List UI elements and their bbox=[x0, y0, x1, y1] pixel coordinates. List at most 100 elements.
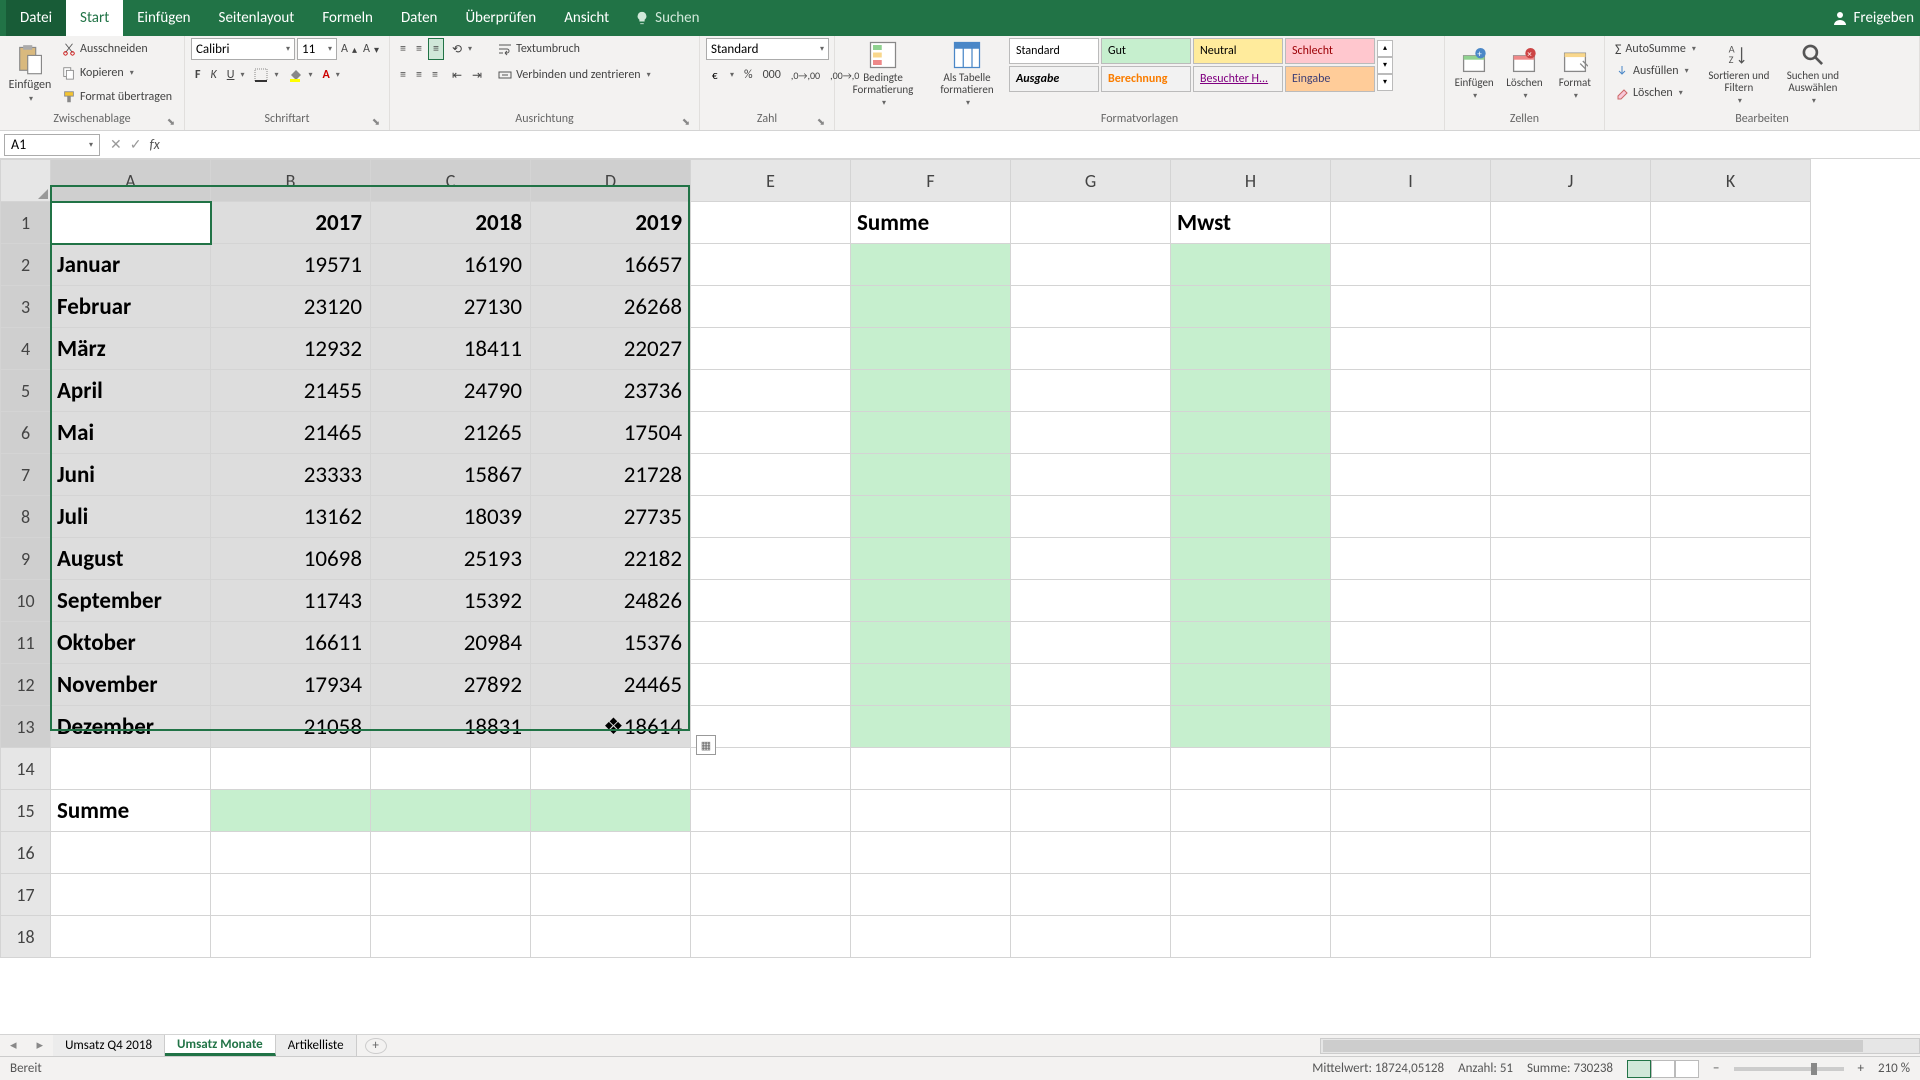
cell-B1[interactable]: 2017 bbox=[211, 202, 371, 244]
cell-C3[interactable]: 27130 bbox=[371, 286, 531, 328]
cell-G10[interactable] bbox=[1011, 580, 1171, 622]
cell-E10[interactable] bbox=[691, 580, 851, 622]
decrease-font-button[interactable]: A▾ bbox=[361, 38, 381, 60]
cell-J12[interactable] bbox=[1491, 664, 1651, 706]
increase-decimal-button[interactable]: ,0→,00 bbox=[787, 64, 824, 86]
decrease-indent-button[interactable]: ⇤ bbox=[448, 64, 466, 86]
cell-G7[interactable] bbox=[1011, 454, 1171, 496]
cell-H2[interactable] bbox=[1171, 244, 1331, 286]
horizontal-scrollbar[interactable] bbox=[1320, 1038, 1920, 1054]
italic-button[interactable]: K bbox=[207, 64, 221, 86]
cell-K9[interactable] bbox=[1651, 538, 1811, 580]
cell-B13[interactable]: 21058 bbox=[211, 706, 371, 748]
cell-C4[interactable]: 18411 bbox=[371, 328, 531, 370]
cell-E9[interactable] bbox=[691, 538, 851, 580]
delete-cells-button[interactable]: × Löschen▾ bbox=[1501, 38, 1547, 110]
cell-K2[interactable] bbox=[1651, 244, 1811, 286]
row-header-18[interactable]: 18 bbox=[1, 916, 51, 958]
format-as-table-button[interactable]: Als Tabelle formatieren▾ bbox=[929, 38, 1005, 110]
cell-B2[interactable]: 19571 bbox=[211, 244, 371, 286]
percent-button[interactable]: % bbox=[740, 64, 757, 86]
cell-H14[interactable] bbox=[1171, 748, 1331, 790]
cell-A7[interactable]: Juni bbox=[51, 454, 211, 496]
cell-A9[interactable]: August bbox=[51, 538, 211, 580]
cell-D10[interactable]: 24826 bbox=[531, 580, 691, 622]
col-header-H[interactable]: H bbox=[1171, 160, 1331, 202]
paste-button[interactable]: Einfügen▾ bbox=[6, 38, 54, 110]
cell-C11[interactable]: 20984 bbox=[371, 622, 531, 664]
cell-A3[interactable]: Februar bbox=[51, 286, 211, 328]
sheet-nav-prev[interactable]: ◂ bbox=[0, 1038, 27, 1053]
cell-G15[interactable] bbox=[1011, 790, 1171, 832]
tab-ansicht[interactable]: Ansicht bbox=[550, 0, 623, 36]
cell-B4[interactable]: 12932 bbox=[211, 328, 371, 370]
cell-G6[interactable] bbox=[1011, 412, 1171, 454]
cell-H1[interactable]: Mwst bbox=[1171, 202, 1331, 244]
cell-F17[interactable] bbox=[851, 874, 1011, 916]
cell-A11[interactable]: Oktober bbox=[51, 622, 211, 664]
cell-J17[interactable] bbox=[1491, 874, 1651, 916]
align-right-button[interactable]: ≡ bbox=[428, 64, 442, 86]
cell-H7[interactable] bbox=[1171, 454, 1331, 496]
cell-I16[interactable] bbox=[1331, 832, 1491, 874]
cell-J1[interactable] bbox=[1491, 202, 1651, 244]
cell-E17[interactable] bbox=[691, 874, 851, 916]
style-berechnung[interactable]: Berechnung bbox=[1101, 66, 1191, 92]
cell-G14[interactable] bbox=[1011, 748, 1171, 790]
row-header-16[interactable]: 16 bbox=[1, 832, 51, 874]
cell-H13[interactable] bbox=[1171, 706, 1331, 748]
underline-button[interactable]: U▾ bbox=[223, 64, 249, 86]
zoom-in-button[interactable]: + bbox=[1858, 1061, 1864, 1076]
cell-C8[interactable]: 18039 bbox=[371, 496, 531, 538]
style-scroll-more[interactable]: ▾ bbox=[1377, 74, 1393, 91]
cell-E4[interactable] bbox=[691, 328, 851, 370]
cell-H10[interactable] bbox=[1171, 580, 1331, 622]
cell-H8[interactable] bbox=[1171, 496, 1331, 538]
cell-K1[interactable] bbox=[1651, 202, 1811, 244]
cell-H16[interactable] bbox=[1171, 832, 1331, 874]
cell-D4[interactable]: 22027 bbox=[531, 328, 691, 370]
row-header-7[interactable]: 7 bbox=[1, 454, 51, 496]
cell-B7[interactable]: 23333 bbox=[211, 454, 371, 496]
cell-H6[interactable] bbox=[1171, 412, 1331, 454]
align-center-button[interactable]: ≡ bbox=[412, 64, 426, 86]
cell-E5[interactable] bbox=[691, 370, 851, 412]
cell-F5[interactable] bbox=[851, 370, 1011, 412]
cell-E6[interactable] bbox=[691, 412, 851, 454]
row-header-2[interactable]: 2 bbox=[1, 244, 51, 286]
cell-J7[interactable] bbox=[1491, 454, 1651, 496]
style-scroll-up[interactable]: ▴ bbox=[1377, 40, 1393, 57]
cell-J8[interactable] bbox=[1491, 496, 1651, 538]
cell-E3[interactable] bbox=[691, 286, 851, 328]
cell-F16[interactable] bbox=[851, 832, 1011, 874]
cell-D11[interactable]: 15376 bbox=[531, 622, 691, 664]
align-top-button[interactable]: ≡ bbox=[396, 38, 410, 60]
cell-B10[interactable]: 11743 bbox=[211, 580, 371, 622]
cell-K13[interactable] bbox=[1651, 706, 1811, 748]
col-header-F[interactable]: F bbox=[851, 160, 1011, 202]
cell-C9[interactable]: 25193 bbox=[371, 538, 531, 580]
cell-D9[interactable]: 22182 bbox=[531, 538, 691, 580]
cell-F8[interactable] bbox=[851, 496, 1011, 538]
cell-F10[interactable] bbox=[851, 580, 1011, 622]
cell-K16[interactable] bbox=[1651, 832, 1811, 874]
cell-I13[interactable] bbox=[1331, 706, 1491, 748]
cell-B8[interactable]: 13162 bbox=[211, 496, 371, 538]
style-scroll-down[interactable]: ▾ bbox=[1377, 57, 1393, 74]
zoom-out-button[interactable]: − bbox=[1713, 1061, 1719, 1076]
cell-D16[interactable] bbox=[531, 832, 691, 874]
cell-A13[interactable]: Dezember bbox=[51, 706, 211, 748]
quick-analysis-icon[interactable]: ▦ bbox=[696, 735, 716, 755]
copy-button[interactable]: Kopieren▾ bbox=[58, 62, 176, 84]
cell-A12[interactable]: November bbox=[51, 664, 211, 706]
cell-E15[interactable] bbox=[691, 790, 851, 832]
cell-K14[interactable] bbox=[1651, 748, 1811, 790]
col-header-B[interactable]: B bbox=[211, 160, 371, 202]
cell-I6[interactable] bbox=[1331, 412, 1491, 454]
find-select-button[interactable]: Suchen und Auswählen▾ bbox=[1778, 38, 1848, 110]
cell-D8[interactable]: 27735 bbox=[531, 496, 691, 538]
row-header-13[interactable]: 13 bbox=[1, 706, 51, 748]
cell-E11[interactable] bbox=[691, 622, 851, 664]
cell-K12[interactable] bbox=[1651, 664, 1811, 706]
font-name-combo[interactable]: Calibri▾ bbox=[191, 38, 295, 60]
